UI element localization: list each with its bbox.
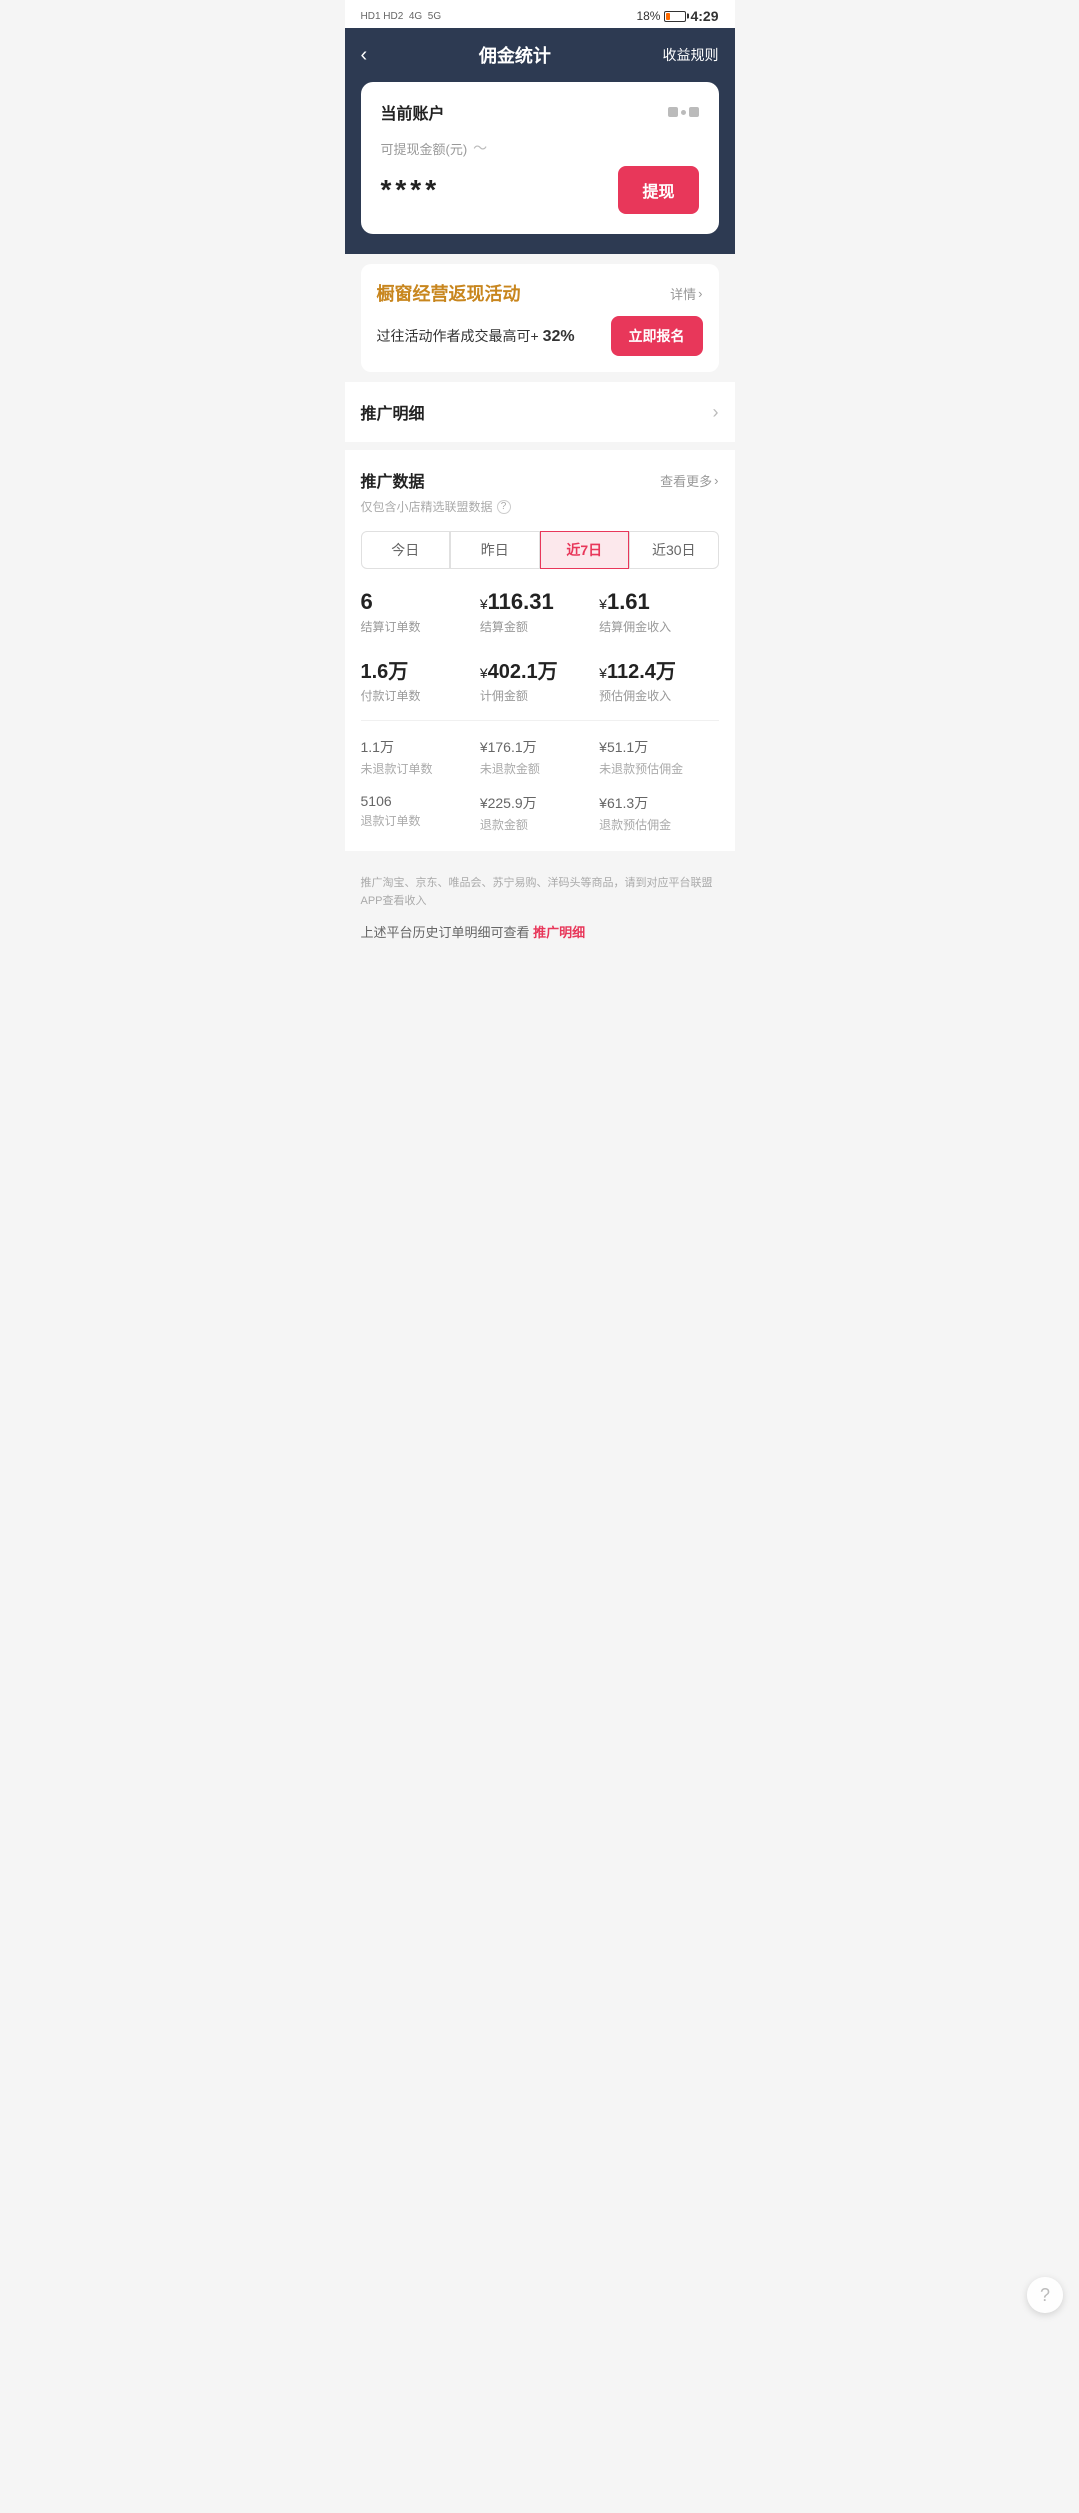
account-card: 当前账户 可提现金额(元) 〜 **** 提现	[361, 82, 719, 234]
sub-stat-refund-commission: ¥61.3万 退款预估佣金	[599, 793, 718, 833]
chevron-right-icon: ›	[713, 402, 719, 423]
battery-level: 18%	[636, 9, 660, 23]
tab-30days[interactable]: 近30日	[629, 531, 719, 569]
status-right: 18% 4:29	[636, 8, 718, 24]
sub-stat-nonrefund-amount: ¥176.1万 未退款金额	[480, 737, 599, 777]
account-title: 当前账户	[381, 100, 445, 124]
page-title: 佣金统计	[479, 42, 551, 68]
stat-estimated-commission: ¥112.4万 预估佣金收入	[599, 655, 718, 704]
tab-today[interactable]: 今日	[361, 531, 451, 569]
help-icon[interactable]: ?	[497, 500, 511, 514]
promo-desc: 过往活动作者成交最高可+ 32%	[377, 326, 575, 346]
data-title: 推广数据	[361, 468, 425, 492]
data-subtitle: 仅包含小店精选联盟数据 ?	[361, 498, 719, 515]
back-button[interactable]: ‹	[361, 44, 368, 67]
stat-paid-orders: 1.6万 付款订单数	[361, 655, 480, 704]
tab-yesterday[interactable]: 昨日	[450, 531, 540, 569]
refund-amount-label: 退款金额	[480, 816, 599, 833]
refund-commission-label: 退款预估佣金	[599, 816, 718, 833]
stat-settled-orders: 6 结算订单数	[361, 589, 480, 635]
nonrefund-orders-value: 1.1万	[361, 737, 480, 757]
promo-detail-section[interactable]: 推广明细 ›	[345, 382, 735, 442]
promo-bottom: 过往活动作者成交最高可+ 32% 立即报名	[377, 316, 703, 356]
stat-commission-amount: ¥402.1万 计佣金额	[480, 655, 599, 704]
settled-orders-value: 6	[361, 589, 480, 615]
float-help-button[interactable]: ?	[1027, 2277, 1063, 2313]
estimated-commission-value: ¥112.4万	[599, 655, 718, 684]
paid-orders-value: 1.6万	[361, 655, 480, 684]
nonrefund-commission-label: 未退款预估佣金	[599, 760, 718, 777]
refund-commission-value: ¥61.3万	[599, 793, 718, 813]
sub-stat-nonrefund-commission: ¥51.1万 未退款预估佣金	[599, 737, 718, 777]
footer-promo-link[interactable]: 推广明细	[533, 925, 585, 940]
account-qr-icon[interactable]	[668, 107, 699, 117]
battery-icon	[664, 11, 686, 22]
settled-commission-label: 结算佣金收入	[599, 618, 718, 635]
commission-amount-value: ¥402.1万	[480, 655, 599, 684]
footer-note: 推广淘宝、京东、唯品会、苏宁易购、洋码头等商品，请到对应平台联盟APP查看收入	[345, 859, 735, 918]
refund-orders-value: 5106	[361, 793, 480, 809]
account-header: 当前账户	[381, 100, 699, 124]
refund-orders-label: 退款订单数	[361, 812, 480, 829]
date-tabs: 今日 昨日 近7日 近30日	[361, 531, 719, 569]
nav-header: ‹ 佣金统计 收益规则	[345, 28, 735, 82]
settled-commission-value: ¥1.61	[599, 589, 718, 615]
data-header: 推广数据 查看更多 ›	[361, 468, 719, 492]
data-more-link[interactable]: 查看更多 ›	[660, 471, 718, 490]
time-display: 4:29	[690, 8, 718, 24]
signup-button[interactable]: 立即报名	[611, 316, 703, 356]
nonrefund-commission-value: ¥51.1万	[599, 737, 718, 757]
promo-banner: 橱窗经营返现活动 详情 › 过往活动作者成交最高可+ 32% 立即报名	[361, 264, 719, 372]
status-bar: HD1 HD2 4G 5G 18% 4:29	[345, 0, 735, 28]
sub-stat-refund-amount: ¥225.9万 退款金额	[480, 793, 599, 833]
eye-icon[interactable]: 〜	[473, 138, 487, 158]
estimated-commission-label: 预估佣金收入	[599, 687, 718, 704]
balance-label: 可提现金额(元) 〜	[381, 138, 699, 158]
nonrefund-orders-label: 未退款订单数	[361, 760, 480, 777]
account-card-bg: 当前账户 可提现金额(元) 〜 **** 提现	[345, 82, 735, 254]
sub-stats-grid: 1.1万 未退款订单数 ¥176.1万 未退款金额 ¥51.1万 未退款预估佣金…	[361, 720, 719, 833]
balance-row: **** 提现	[381, 166, 699, 214]
data-section: 推广数据 查看更多 › 仅包含小店精选联盟数据 ? 今日 昨日 近7日 近30日…	[345, 450, 735, 851]
tab-7days[interactable]: 近7日	[540, 531, 630, 569]
stat-settled-commission: ¥1.61 结算佣金收入	[599, 589, 718, 635]
refund-amount-value: ¥225.9万	[480, 793, 599, 813]
revenue-rules-link[interactable]: 收益规则	[662, 45, 718, 65]
settled-orders-label: 结算订单数	[361, 618, 480, 635]
paid-orders-label: 付款订单数	[361, 687, 480, 704]
promo-title: 橱窗经营返现活动	[377, 280, 521, 306]
main-stats-grid: 6 结算订单数 ¥116.31 结算金额 ¥1.61 结算佣金收入 1.6万 付…	[361, 589, 719, 704]
carrier-signal: HD1 HD2 4G 5G	[361, 11, 442, 22]
sub-stat-nonrefund-orders: 1.1万 未退款订单数	[361, 737, 480, 777]
settled-amount-label: 结算金额	[480, 618, 599, 635]
promo-top: 橱窗经营返现活动 详情 ›	[377, 280, 703, 306]
settled-amount-value: ¥116.31	[480, 589, 599, 615]
sub-stat-refund-orders: 5106 退款订单数	[361, 793, 480, 833]
footer-link-row: 上述平台历史订单明细可查看 推广明细	[345, 918, 735, 961]
promo-detail-link[interactable]: 详情 ›	[670, 284, 702, 303]
nonrefund-amount-value: ¥176.1万	[480, 737, 599, 757]
withdraw-button[interactable]: 提现	[618, 166, 698, 214]
promo-detail-label: 推广明细	[361, 400, 425, 424]
nonrefund-amount-label: 未退款金额	[480, 760, 599, 777]
stat-settled-amount: ¥116.31 结算金额	[480, 589, 599, 635]
commission-amount-label: 计佣金额	[480, 687, 599, 704]
balance-amount: ****	[381, 174, 441, 206]
